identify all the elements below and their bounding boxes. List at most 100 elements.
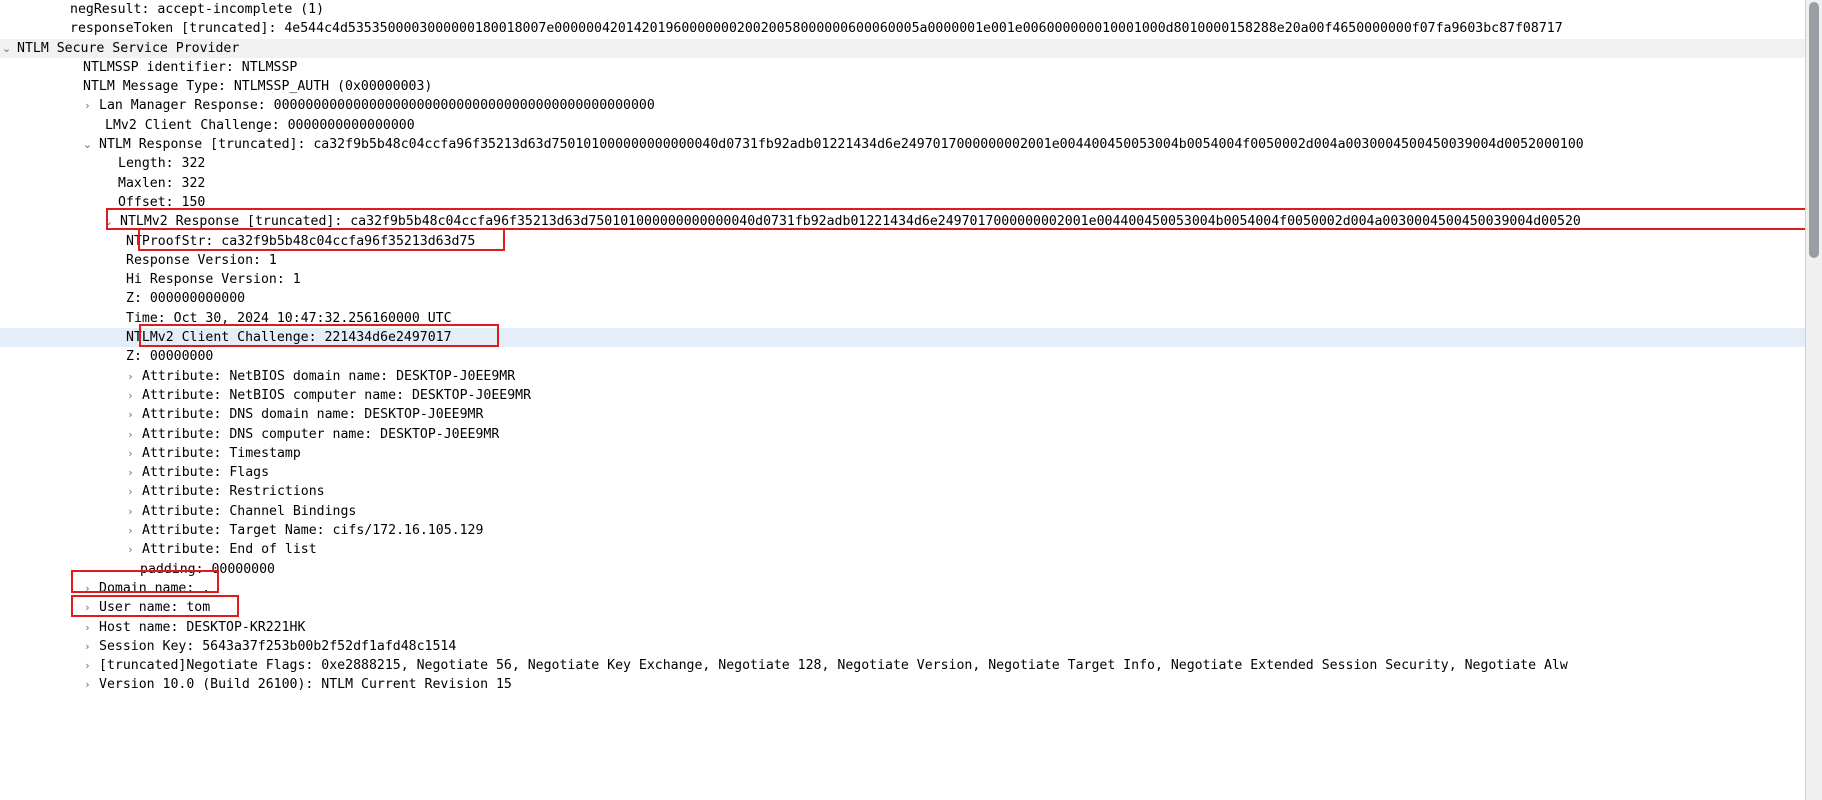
tree-row-ntlm-message-type[interactable]: › NTLM Message Type: NTLMSSP_AUTH (0x0000… <box>0 77 1806 96</box>
chevron-right-icon[interactable]: › <box>81 579 94 598</box>
no-twisty-icon: › <box>0 270 13 289</box>
tree-row-label: Attribute: Timestamp <box>142 445 301 461</box>
tree-row-label: Attribute: NetBIOS domain name: DESKTOP-… <box>142 368 516 384</box>
tree-row-ntlmv2-response[interactable]: ⌄ NTLMv2 Response [truncated]: ca32f9b5b4… <box>0 212 1806 231</box>
scrollbar-thumb[interactable] <box>1809 2 1819 258</box>
tree-row-attribute-target-name[interactable]: › Attribute: Target Name: cifs/172.16.105… <box>0 521 1806 540</box>
vertical-scrollbar[interactable] <box>1805 0 1822 800</box>
no-twisty-icon: › <box>0 193 13 212</box>
tree-row-label: Attribute: NetBIOS computer name: DESKTO… <box>142 387 532 403</box>
tree-row-label: Response Version: 1 <box>126 252 277 268</box>
tree-row-length[interactable]: › Length: 322 <box>0 154 1806 173</box>
tree-row-label: Length: 322 <box>118 156 206 172</box>
no-twisty-icon: › <box>0 116 13 135</box>
tree-row-label: Attribute: DNS computer name: DESKTOP-J0… <box>142 426 500 442</box>
tree-row-domain-name[interactable]: › Domain name: . <box>0 579 1806 598</box>
tree-row-ntlmssp-identifier[interactable]: › NTLMSSP identifier: NTLMSSP <box>0 58 1806 77</box>
tree-row-label: Hi Response Version: 1 <box>126 272 301 288</box>
tree-row-version[interactable]: › Version 10.0 (Build 26100): NTLM Curren… <box>0 675 1806 694</box>
tree-row-label: Attribute: Target Name: cifs/172.16.105.… <box>142 523 484 539</box>
tree-row-attribute-channel-bindings[interactable]: › Attribute: Channel Bindings <box>0 502 1806 521</box>
tree-row-maxlen[interactable]: › Maxlen: 322 <box>0 174 1806 193</box>
tree-row-label: NTLM Message Type: NTLMSSP_AUTH (0x00000… <box>83 79 433 95</box>
chevron-down-icon[interactable]: ⌄ <box>81 135 94 154</box>
chevron-right-icon[interactable]: › <box>124 463 137 482</box>
tree-row-label: Z: 000000000000 <box>126 291 246 307</box>
tree-row-ntproofstr[interactable]: › NTProofStr: ca32f9b5b48c04ccfa96f35213d… <box>0 232 1806 251</box>
tree-row-label: responseToken [truncated]: 4e544c4d53535… <box>70 21 1563 37</box>
tree-row-label: padding: 00000000 <box>140 561 275 577</box>
tree-row-attribute-restrictions[interactable]: › Attribute: Restrictions <box>0 482 1806 501</box>
tree-row-label: Session Key: 5643a37f253b00b2f52df1afd48… <box>99 638 457 654</box>
tree-row-responsetoken[interactable]: › responseToken [truncated]: 4e544c4d5353… <box>0 19 1806 38</box>
chevron-right-icon[interactable]: › <box>124 502 137 521</box>
chevron-right-icon[interactable]: › <box>124 540 137 559</box>
no-twisty-icon: › <box>0 154 13 173</box>
tree-row-time[interactable]: › Time: Oct 30, 2024 10:47:32.256160000 U… <box>0 309 1806 328</box>
tree-row-label: Attribute: Flags <box>142 465 270 481</box>
tree-row-label: Host name: DESKTOP-KR221HK <box>99 619 306 635</box>
tree-row-label: Domain name: . <box>99 580 211 596</box>
chevron-right-icon[interactable]: › <box>124 425 137 444</box>
chevron-right-icon[interactable]: › <box>124 405 137 424</box>
chevron-right-icon[interactable]: › <box>81 637 94 656</box>
tree-row-label: Attribute: Channel Bindings <box>142 503 357 519</box>
tree-row-host-name[interactable]: › Host name: DESKTOP-KR221HK <box>0 618 1806 637</box>
tree-row-attribute-timestamp[interactable]: › Attribute: Timestamp <box>0 444 1806 463</box>
tree-row-label: User name: tom <box>99 600 211 616</box>
tree-row-padding[interactable]: › padding: 00000000 <box>0 560 1806 579</box>
chevron-right-icon[interactable]: › <box>81 96 94 115</box>
tree-row-label: Z: 00000000 <box>126 349 214 365</box>
tree-row-label: negResult: accept-incomplete (1) <box>70 2 325 17</box>
chevron-right-icon[interactable]: › <box>81 675 94 694</box>
protocol-tree[interactable]: › negResult: accept-incomplete (1) › respo… <box>0 0 1806 800</box>
no-twisty-icon: › <box>0 232 13 251</box>
chevron-down-icon[interactable]: ⌄ <box>0 39 13 58</box>
tree-row-ntlm-response[interactable]: ⌄ NTLM Response [truncated]: ca32f9b5b48c… <box>0 135 1806 154</box>
tree-row-user-name[interactable]: › User name: tom <box>0 598 1806 617</box>
chevron-right-icon[interactable]: › <box>124 444 137 463</box>
tree-row-lan-manager-response[interactable]: › Lan Manager Response: 00000000000000000… <box>0 96 1806 115</box>
chevron-down-icon[interactable]: ⌄ <box>102 212 115 231</box>
chevron-right-icon[interactable]: › <box>124 386 137 405</box>
tree-row-label: Maxlen: 322 <box>118 175 206 191</box>
tree-row-attribute-dns-computer-name[interactable]: › Attribute: DNS computer name: DESKTOP-J… <box>0 425 1806 444</box>
tree-row-ntlmv2-client-challenge[interactable]: › NTLMv2 Client Challenge: 221434d6e24970… <box>0 328 1806 348</box>
chevron-right-icon[interactable]: › <box>124 521 137 540</box>
chevron-right-icon[interactable]: › <box>81 656 94 675</box>
chevron-right-icon[interactable]: › <box>81 598 94 617</box>
tree-row-response-version[interactable]: › Response Version: 1 <box>0 251 1806 270</box>
no-twisty-icon: › <box>0 19 13 38</box>
tree-row-attribute-netbios-domain-name[interactable]: › Attribute: NetBIOS domain name: DESKTOP… <box>0 367 1806 386</box>
tree-row-label: Attribute: DNS domain name: DESKTOP-J0EE… <box>142 407 484 423</box>
tree-row-attribute-netbios-computer-name[interactable]: › Attribute: NetBIOS computer name: DESKT… <box>0 386 1806 405</box>
tree-row-negresult[interactable]: › negResult: accept-incomplete (1) <box>0 0 1806 19</box>
tree-row-ntlm-secure-service-provider[interactable]: ⌄ NTLM Secure Service Provider <box>0 38 1806 58</box>
tree-row-label: NTProofStr: ca32f9b5b48c04ccfa96f35213d6… <box>126 233 476 249</box>
tree-row-negotiate-flags[interactable]: › [truncated]Negotiate Flags: 0xe2888215,… <box>0 656 1806 675</box>
chevron-right-icon[interactable]: › <box>124 367 137 386</box>
tree-row-session-key[interactable]: › Session Key: 5643a37f253b00b2f52df1afd4… <box>0 637 1806 656</box>
tree-row-z-2[interactable]: › Z: 00000000 <box>0 347 1806 366</box>
chevron-right-icon[interactable]: › <box>124 482 137 501</box>
no-twisty-icon: › <box>0 174 13 193</box>
tree-row-z-1[interactable]: › Z: 000000000000 <box>0 289 1806 308</box>
tree-row-label: NTLMv2 Response [truncated]: ca32f9b5b48… <box>120 214 1581 230</box>
packet-detail-pane[interactable]: › negResult: accept-incomplete (1) › respo… <box>0 0 1822 800</box>
no-twisty-icon: › <box>0 251 13 270</box>
no-twisty-icon: › <box>0 309 13 328</box>
tree-row-attribute-end-of-list[interactable]: › Attribute: End of list <box>0 540 1806 559</box>
tree-row-attribute-flags[interactable]: › Attribute: Flags <box>0 463 1806 482</box>
tree-row-hi-response-version[interactable]: › Hi Response Version: 1 <box>0 270 1806 289</box>
tree-row-label: Lan Manager Response: 000000000000000000… <box>99 98 655 114</box>
tree-row-label: LMv2 Client Challenge: 0000000000000000 <box>105 117 415 133</box>
chevron-right-icon[interactable]: › <box>81 618 94 637</box>
no-twisty-icon: › <box>0 328 13 347</box>
tree-row-label: Time: Oct 30, 2024 10:47:32.256160000 UT… <box>126 310 452 326</box>
tree-row-label: [truncated]Negotiate Flags: 0xe2888215, … <box>99 658 1568 674</box>
tree-row-offset[interactable]: › Offset: 150 <box>0 193 1806 212</box>
tree-row-lmv2-client-challenge[interactable]: › LMv2 Client Challenge: 0000000000000000 <box>0 116 1806 135</box>
tree-row-attribute-dns-domain-name[interactable]: › Attribute: DNS domain name: DESKTOP-J0E… <box>0 405 1806 424</box>
tree-row-label: NTLMSSP identifier: NTLMSSP <box>83 59 298 75</box>
no-twisty-icon: › <box>0 560 13 579</box>
